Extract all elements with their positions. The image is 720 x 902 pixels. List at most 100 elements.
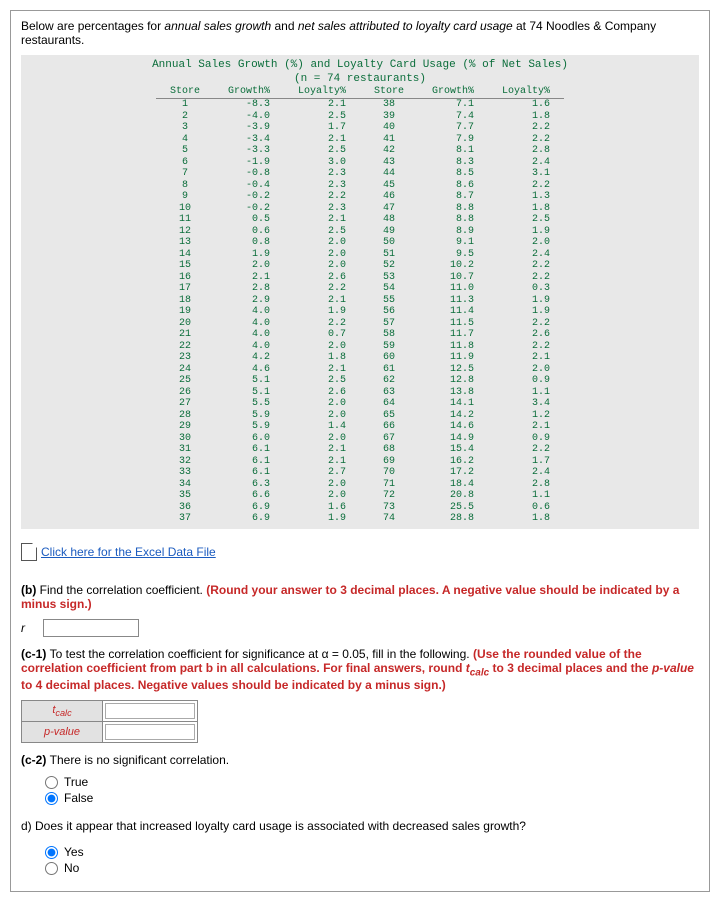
table-row: 326.12.16916.21.7: [156, 456, 564, 468]
cell: 5.1: [214, 375, 284, 387]
cell: 59: [360, 341, 418, 353]
cell: 1.4: [284, 421, 360, 433]
cell: 62: [360, 375, 418, 387]
cell: 37: [156, 513, 214, 525]
option-no-row[interactable]: No: [45, 861, 699, 875]
cell: 1.2: [488, 410, 564, 422]
cell: 46: [360, 191, 418, 203]
cell: 2.9: [214, 295, 284, 307]
cell: 31: [156, 444, 214, 456]
opt-false-label: False: [64, 791, 93, 805]
cell: 2.1: [284, 364, 360, 376]
r-label: r: [21, 621, 25, 635]
cell: 9.1: [418, 237, 488, 249]
th-loyalty-left: Loyalty%: [284, 85, 360, 99]
table-row: 275.52.06414.13.4: [156, 398, 564, 410]
cell: 2.0: [488, 364, 564, 376]
table-row: 204.02.25711.52.2: [156, 318, 564, 330]
cell: 28.8: [418, 513, 488, 525]
cell: 7.9: [418, 134, 488, 146]
cell: 17.2: [418, 467, 488, 479]
question-d: d) Does it appear that increased loyalty…: [21, 819, 699, 875]
cell: -3.3: [214, 145, 284, 157]
table-row: 110.52.1488.82.5: [156, 214, 564, 226]
option-true-row[interactable]: True: [45, 775, 699, 789]
cell: 2.5: [488, 214, 564, 226]
cell: 2.5: [284, 111, 360, 123]
cell: 2.0: [214, 260, 284, 272]
cell: 8.5: [418, 168, 488, 180]
cell: 8.8: [418, 203, 488, 215]
q-b-text: Find the correlation coefficient.: [40, 583, 207, 597]
cell: 12.8: [418, 375, 488, 387]
cell: 74: [360, 513, 418, 525]
cell: 65: [360, 410, 418, 422]
table-row: 366.91.67325.50.6: [156, 502, 564, 514]
cell: 7.7: [418, 122, 488, 134]
cell: 1.8: [488, 203, 564, 215]
cell: 2.2: [488, 444, 564, 456]
opt-no-label: No: [64, 861, 79, 875]
opt-true-label: True: [64, 775, 88, 789]
option-yes-row[interactable]: Yes: [45, 845, 699, 859]
cell: 43: [360, 157, 418, 169]
cell: 2.0: [284, 433, 360, 445]
q-d-text: Does it appear that increased loyalty ca…: [35, 819, 526, 833]
cell: 16.2: [418, 456, 488, 468]
cell: -0.2: [214, 203, 284, 215]
cell: 2: [156, 111, 214, 123]
cell: 6.1: [214, 456, 284, 468]
q-c1-prefix: (c-1): [21, 647, 50, 661]
cell: 20.8: [418, 490, 488, 502]
cell: 2.4: [488, 467, 564, 479]
cell: 2.2: [284, 318, 360, 330]
cell: 15: [156, 260, 214, 272]
cell: 73: [360, 502, 418, 514]
excel-data-link[interactable]: Click here for the Excel Data File: [21, 543, 216, 561]
cell: -0.4: [214, 180, 284, 192]
cell: 15.4: [418, 444, 488, 456]
question-c1: (c-1) To test the correlation coefficien…: [21, 647, 699, 692]
cell: 38: [360, 99, 418, 111]
cell: 4.0: [214, 306, 284, 318]
cell: 45: [360, 180, 418, 192]
cell: 2.0: [284, 398, 360, 410]
cell: 7: [156, 168, 214, 180]
cell: 2.0: [284, 260, 360, 272]
cell: 26: [156, 387, 214, 399]
cell: 35: [156, 490, 214, 502]
cell: 51: [360, 249, 418, 261]
radio-false[interactable]: [45, 792, 58, 805]
cell: 2.2: [488, 341, 564, 353]
cell: 56: [360, 306, 418, 318]
cell: 1.9: [284, 513, 360, 525]
cell: 1.9: [214, 249, 284, 261]
radio-no[interactable]: [45, 862, 58, 875]
radio-yes[interactable]: [45, 846, 58, 859]
tcalc-input[interactable]: [105, 703, 195, 719]
cell: 11.9: [418, 352, 488, 364]
cell: 52: [360, 260, 418, 272]
cell: 2.4: [488, 249, 564, 261]
table-row: 265.12.66313.81.1: [156, 387, 564, 399]
pvalue-input[interactable]: [105, 724, 195, 740]
table-row: 10-0.22.3478.81.8: [156, 203, 564, 215]
cell: 14: [156, 249, 214, 261]
cell: 11.5: [418, 318, 488, 330]
table-row: 182.92.15511.31.9: [156, 295, 564, 307]
cell: 8.9: [418, 226, 488, 238]
option-false-row[interactable]: False: [45, 791, 699, 805]
radio-true[interactable]: [45, 776, 58, 789]
cell: 0.6: [214, 226, 284, 238]
cell: 14.1: [418, 398, 488, 410]
table-row: 141.92.0519.52.4: [156, 249, 564, 261]
cell: 5.9: [214, 421, 284, 433]
table-row: 8-0.42.3458.62.2: [156, 180, 564, 192]
cell: 4: [156, 134, 214, 146]
question-c2: (c-2) There is no significant correlatio…: [21, 753, 699, 805]
r-input[interactable]: [43, 619, 139, 637]
table-row: 285.92.06514.21.2: [156, 410, 564, 422]
cell: 2.3: [284, 180, 360, 192]
intro-prefix: Below are percentages for: [21, 19, 164, 33]
cell: 39: [360, 111, 418, 123]
